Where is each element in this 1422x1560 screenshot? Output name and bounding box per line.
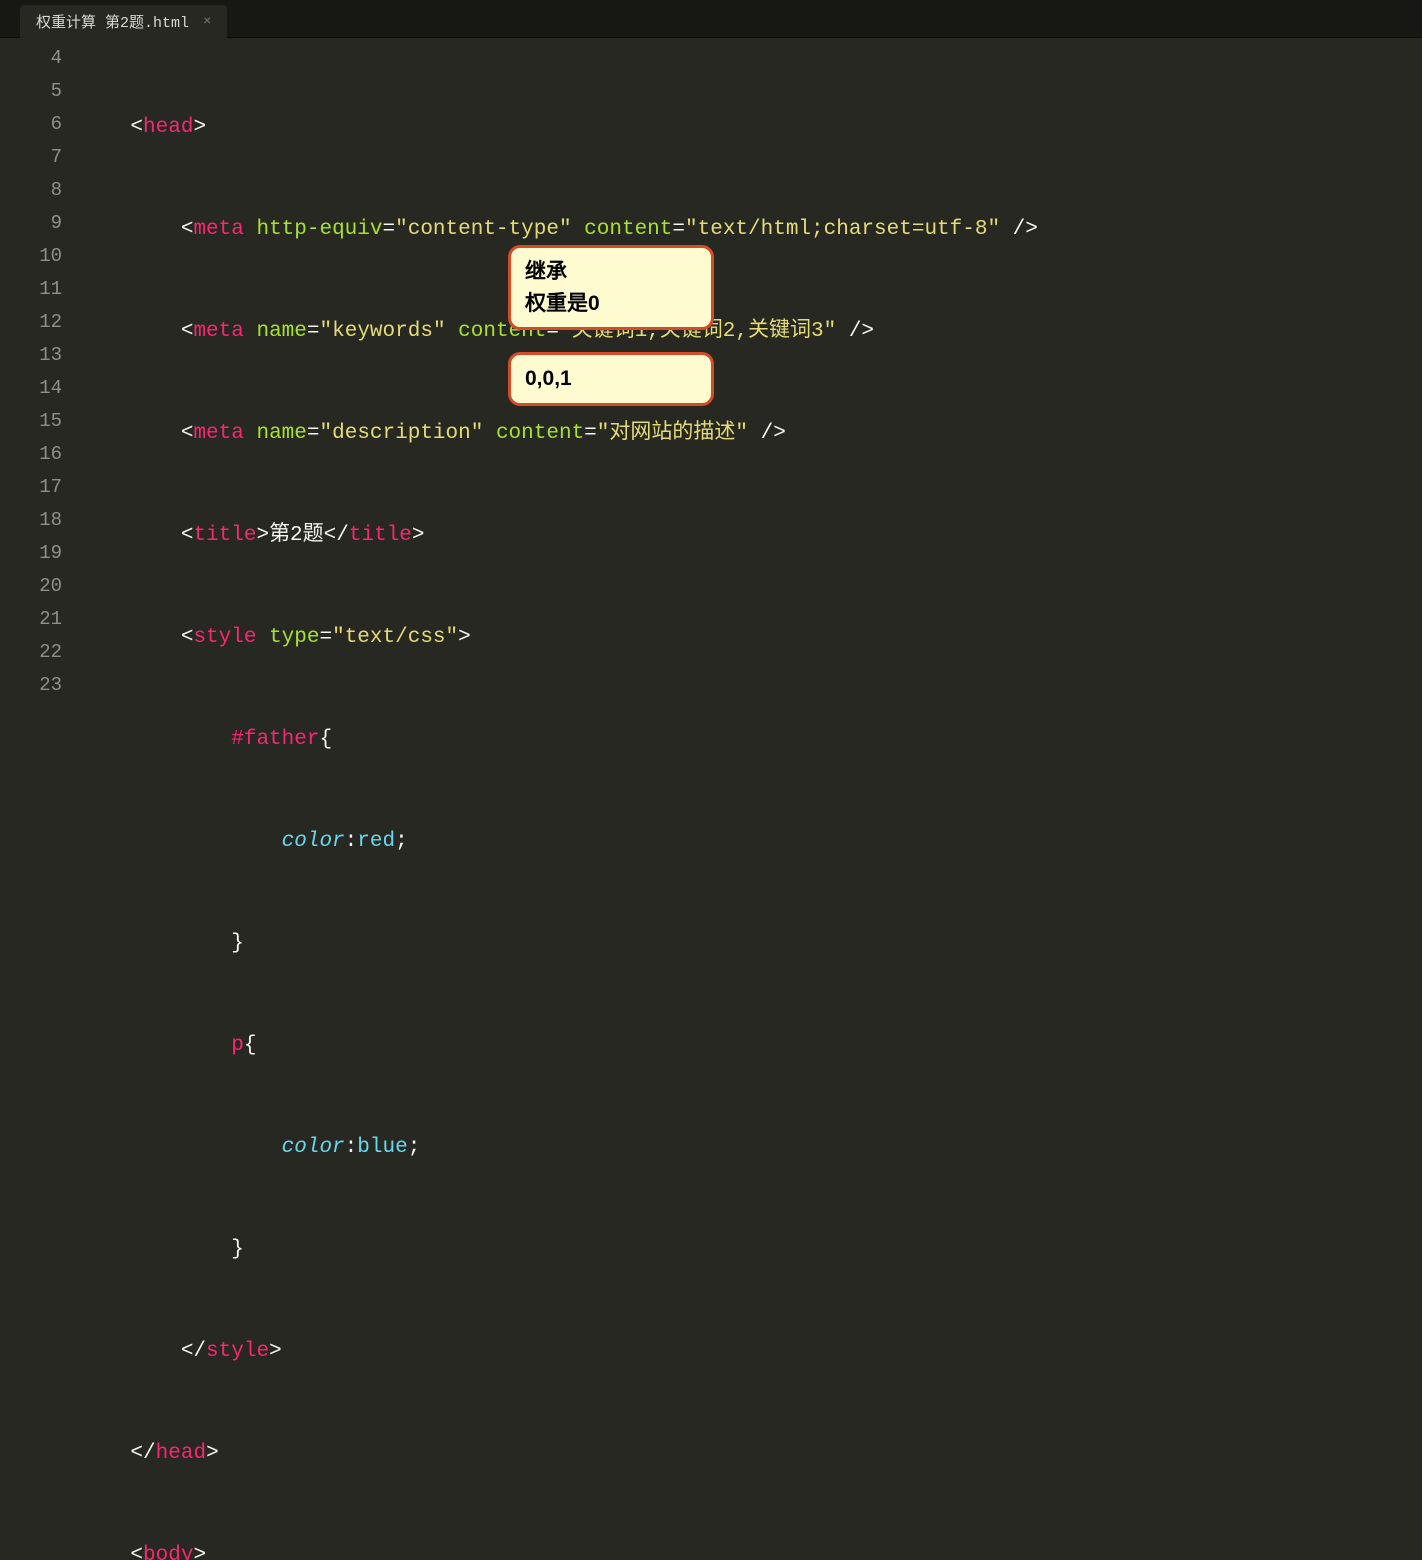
code-line: }	[80, 927, 1422, 960]
line-number: 17	[0, 471, 62, 504]
code-line: color:red;	[80, 825, 1422, 858]
code-line: </style>	[80, 1335, 1422, 1368]
code-line: <style type="text/css">	[80, 621, 1422, 654]
code-line: <head>	[80, 111, 1422, 144]
code-area[interactable]: <head> <meta http-equiv="content-type" c…	[80, 38, 1422, 780]
editor-tab[interactable]: 权重计算 第2题.html ×	[20, 5, 227, 38]
line-number: 22	[0, 636, 62, 669]
code-line: #father{	[80, 723, 1422, 756]
line-number: 9	[0, 207, 62, 240]
line-number: 23	[0, 669, 62, 702]
line-number: 13	[0, 339, 62, 372]
code-line: p{	[80, 1029, 1422, 1062]
callout-text: 权重是0	[525, 288, 697, 320]
code-line: }	[80, 1233, 1422, 1266]
line-number: 21	[0, 603, 62, 636]
line-number: 14	[0, 372, 62, 405]
tab-bar: 权重计算 第2题.html ×	[0, 0, 1422, 38]
line-number-gutter: 4567891011121314151617181920212223	[0, 38, 80, 780]
line-number: 20	[0, 570, 62, 603]
code-line: <title>第2题</title>	[80, 519, 1422, 552]
line-number: 4	[0, 42, 62, 75]
line-number: 19	[0, 537, 62, 570]
line-number: 8	[0, 174, 62, 207]
line-number: 12	[0, 306, 62, 339]
code-line: </head>	[80, 1437, 1422, 1470]
code-line: <meta http-equiv="content-type" content=…	[80, 213, 1422, 246]
line-number: 15	[0, 405, 62, 438]
annotation-callout: 继承 权重是0	[508, 245, 714, 330]
code-line: <body>	[80, 1539, 1422, 1560]
code-line: <meta name="keywords" content="关键词1,关键词2…	[80, 315, 1422, 348]
close-icon[interactable]: ×	[203, 14, 211, 30]
callout-text: 0,0,1	[525, 363, 697, 395]
line-number: 6	[0, 108, 62, 141]
line-number: 5	[0, 75, 62, 108]
line-number: 18	[0, 504, 62, 537]
line-number: 10	[0, 240, 62, 273]
code-line: color:blue;	[80, 1131, 1422, 1164]
code-line: <meta name="description" content="对网站的描述…	[80, 417, 1422, 450]
callout-text: 继承	[525, 256, 697, 288]
annotation-callout: 0,0,1	[508, 352, 714, 406]
line-number: 7	[0, 141, 62, 174]
code-editor[interactable]: 4567891011121314151617181920212223 <head…	[0, 38, 1422, 780]
line-number: 11	[0, 273, 62, 306]
tab-label: 权重计算 第2题.html	[36, 11, 189, 32]
line-number: 16	[0, 438, 62, 471]
